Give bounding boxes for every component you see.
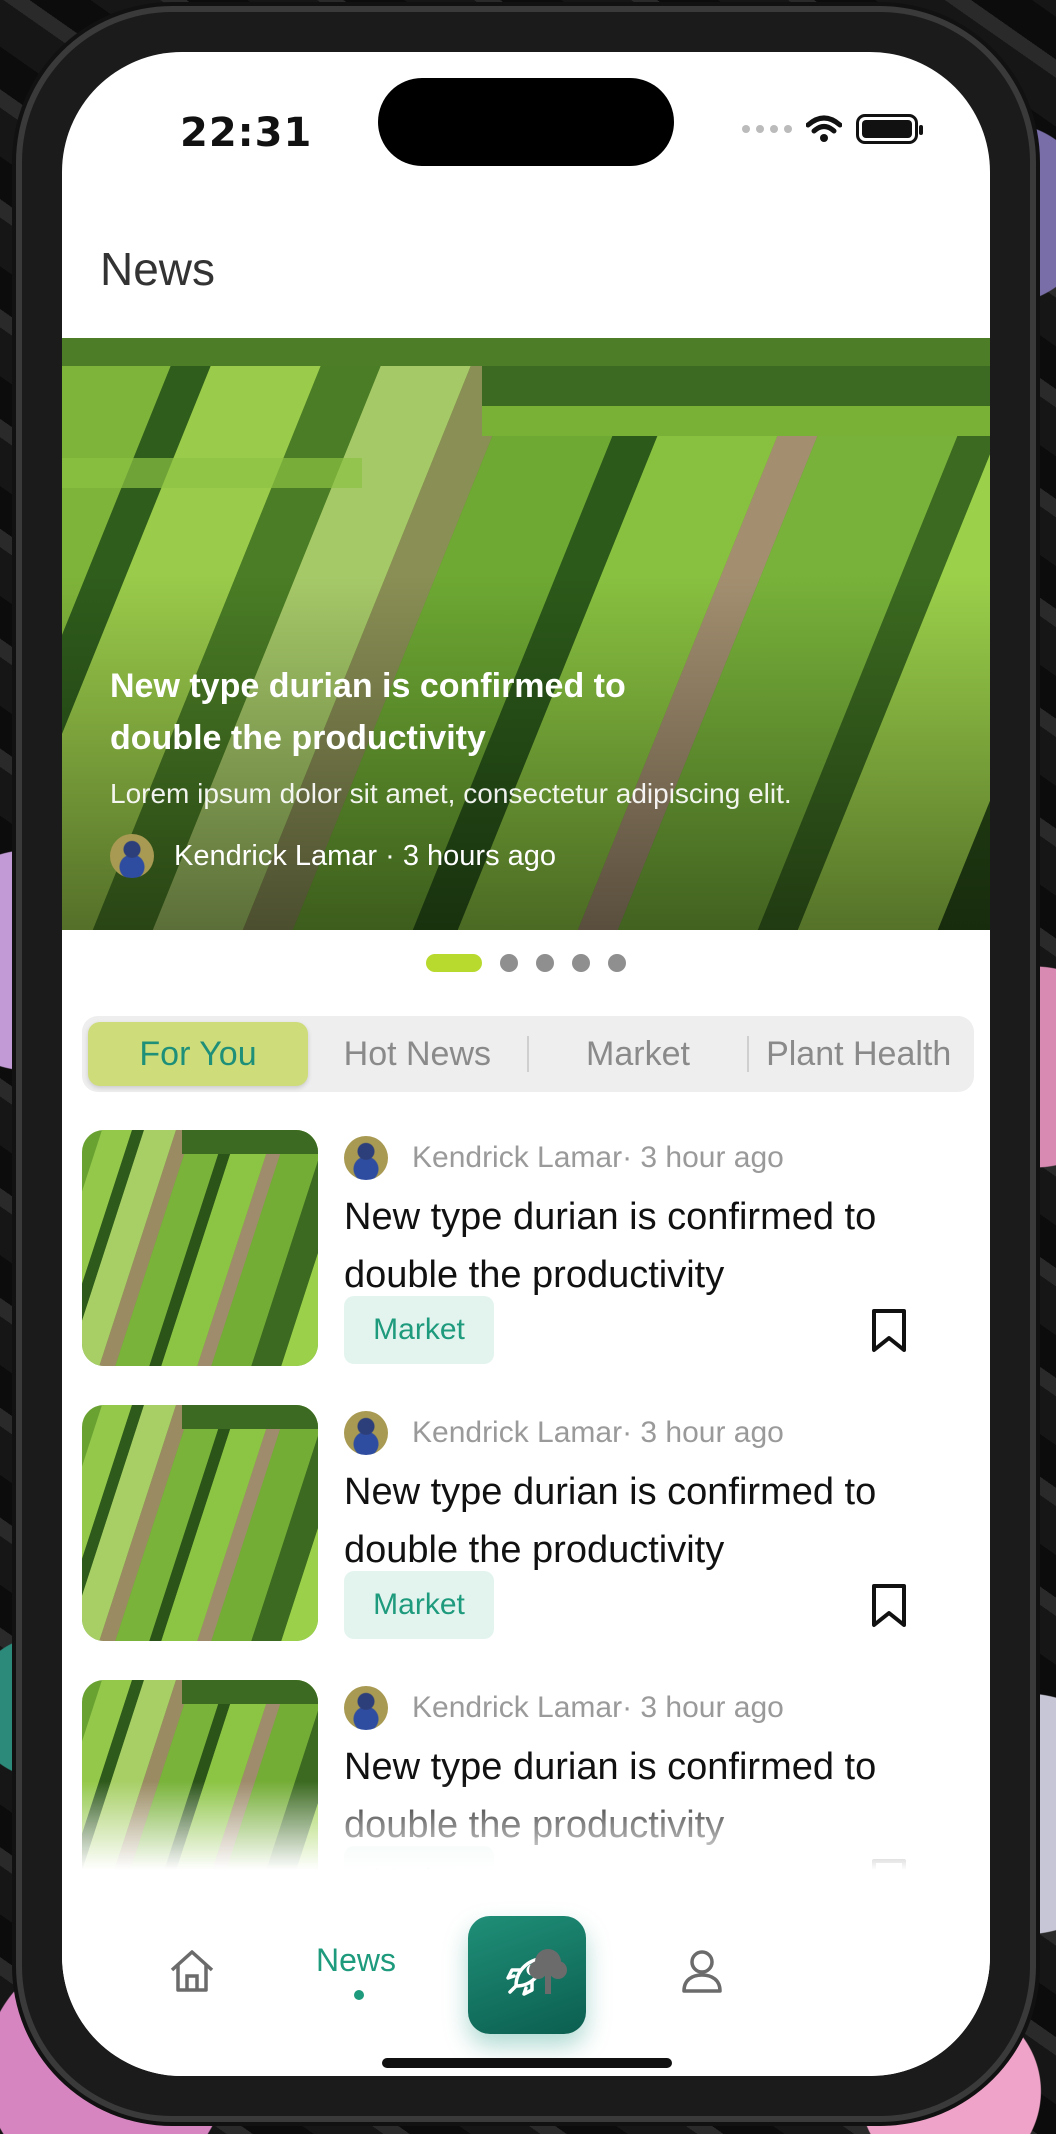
article-meta-text: Kendrick Lamar· 3 hour ago <box>412 1691 784 1724</box>
article-meta: Kendrick Lamar· 3 hour ago <box>344 1686 784 1730</box>
carousel-indicator <box>62 954 990 972</box>
profile-icon[interactable] <box>680 1948 724 1994</box>
avatar <box>344 1411 388 1455</box>
news-list[interactable]: Kendrick Lamar· 3 hour ago New type duri… <box>82 1130 972 1870</box>
hero-title[interactable]: New type durian is confirmed to double t… <box>110 660 670 764</box>
tab-market[interactable]: Market <box>529 1022 748 1086</box>
carousel-dot[interactable] <box>500 954 518 972</box>
nav-active-indicator <box>354 1990 364 2000</box>
category-tag[interactable]: Market <box>344 1846 494 1870</box>
tab-hot-news[interactable]: Hot News <box>308 1022 527 1086</box>
list-item[interactable]: Kendrick Lamar· 3 hour ago New type duri… <box>82 1680 972 1870</box>
battery-icon <box>856 114 923 144</box>
phone-frame: 22:31 News New type durian is confirmed … <box>22 12 1030 2116</box>
category-tag[interactable]: Market <box>344 1571 494 1639</box>
carousel-dot[interactable] <box>572 954 590 972</box>
article-thumbnail <box>82 1680 318 1870</box>
carousel-dot[interactable] <box>536 954 554 972</box>
app-screen: 22:31 News New type durian is confirmed … <box>62 52 990 2076</box>
carousel-dot[interactable] <box>608 954 626 972</box>
bottom-navigation: News <box>62 1882 990 2076</box>
tree-icon[interactable] <box>526 1946 570 1996</box>
status-time: 22:31 <box>180 110 313 156</box>
list-item[interactable]: Kendrick Lamar· 3 hour ago New type duri… <box>82 1405 972 1680</box>
category-tabs: For You Hot News Market Plant Health <box>82 1016 974 1092</box>
article-thumbnail <box>82 1405 318 1641</box>
category-tag[interactable]: Market <box>344 1296 494 1364</box>
home-indicator[interactable] <box>382 2058 672 2068</box>
status-icons <box>742 114 923 144</box>
nav-news[interactable]: News <box>316 1942 396 1979</box>
home-icon[interactable] <box>168 1948 216 1994</box>
tab-for-you[interactable]: For You <box>88 1022 308 1086</box>
bookmark-icon[interactable] <box>870 1858 908 1870</box>
bookmark-icon[interactable] <box>870 1583 908 1629</box>
article-title[interactable]: New type durian is confirmed to double t… <box>344 1463 944 1579</box>
avatar <box>344 1136 388 1180</box>
carousel-dot-active[interactable] <box>426 954 482 972</box>
avatar <box>344 1686 388 1730</box>
article-meta: Kendrick Lamar· 3 hour ago <box>344 1411 784 1455</box>
article-meta: Kendrick Lamar· 3 hour ago <box>344 1136 784 1180</box>
article-title[interactable]: New type durian is confirmed to double t… <box>344 1738 944 1854</box>
article-meta-text: Kendrick Lamar· 3 hour ago <box>412 1141 784 1174</box>
wifi-icon <box>806 115 842 142</box>
article-title[interactable]: New type durian is confirmed to double t… <box>344 1188 944 1304</box>
page-title: News <box>100 243 216 295</box>
avatar <box>110 834 154 878</box>
signal-icon <box>742 125 792 133</box>
hero-carousel[interactable]: New type durian is confirmed to double t… <box>62 338 990 930</box>
dynamic-island <box>378 78 674 166</box>
hero-byline: Kendrick Lamar · 3 hours ago <box>110 834 556 878</box>
list-item[interactable]: Kendrick Lamar· 3 hour ago New type duri… <box>82 1130 972 1405</box>
hero-byline-text: Kendrick Lamar · 3 hours ago <box>174 839 557 872</box>
tab-plant-health[interactable]: Plant Health <box>749 1022 968 1086</box>
bookmark-icon[interactable] <box>870 1308 908 1354</box>
article-meta-text: Kendrick Lamar· 3 hour ago <box>412 1416 784 1449</box>
hero-subtitle: Lorem ipsum dolor sit amet, consectetur … <box>110 778 792 809</box>
article-thumbnail <box>82 1130 318 1366</box>
